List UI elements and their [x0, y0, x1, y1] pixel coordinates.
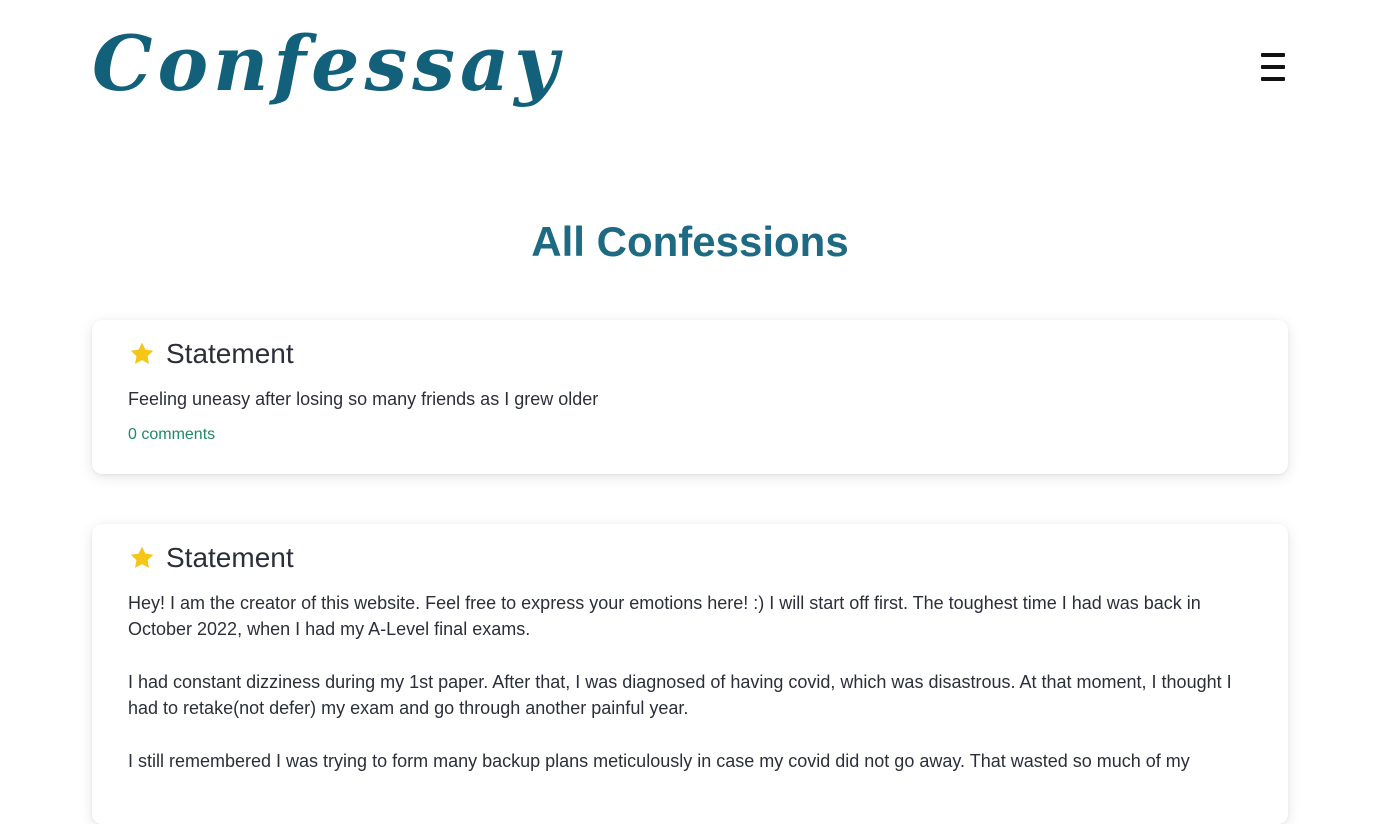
confession-card: Statement Hey! I am the creator of this … — [92, 524, 1288, 824]
confession-text: Hey! I am the creator of this website. F… — [128, 590, 1252, 774]
page-title: All Confessions — [531, 218, 849, 265]
confession-header: Statement — [128, 336, 1252, 372]
confession-type: Statement — [166, 542, 294, 573]
confession-text: Feeling uneasy after losing so many frie… — [128, 386, 1252, 412]
confession-paragraph: I had constant dizziness during my 1st p… — [128, 672, 1232, 718]
comments-link[interactable]: 0 comments — [128, 426, 215, 444]
confession-card: Statement Feeling uneasy after losing so… — [92, 320, 1288, 474]
site-logo[interactable]: Confessay — [92, 14, 563, 114]
confession-paragraph: I still remembered I was trying to form … — [128, 751, 1190, 771]
confession-paragraph: Hey! I am the creator of this website. F… — [128, 593, 1201, 639]
menu-bar-top — [1261, 53, 1285, 57]
confession-header: Statement — [128, 540, 1252, 576]
menu-bar-middle — [1261, 65, 1285, 69]
menu-bar-bottom — [1261, 77, 1285, 81]
star-icon — [130, 342, 154, 364]
star-icon — [130, 546, 154, 568]
confession-paragraph: Feeling uneasy after losing so many frie… — [128, 389, 599, 409]
site-header: Confessay — [0, 0, 1400, 130]
confession-type: Statement — [166, 338, 294, 369]
hamburger-menu-icon[interactable] — [1258, 50, 1288, 84]
